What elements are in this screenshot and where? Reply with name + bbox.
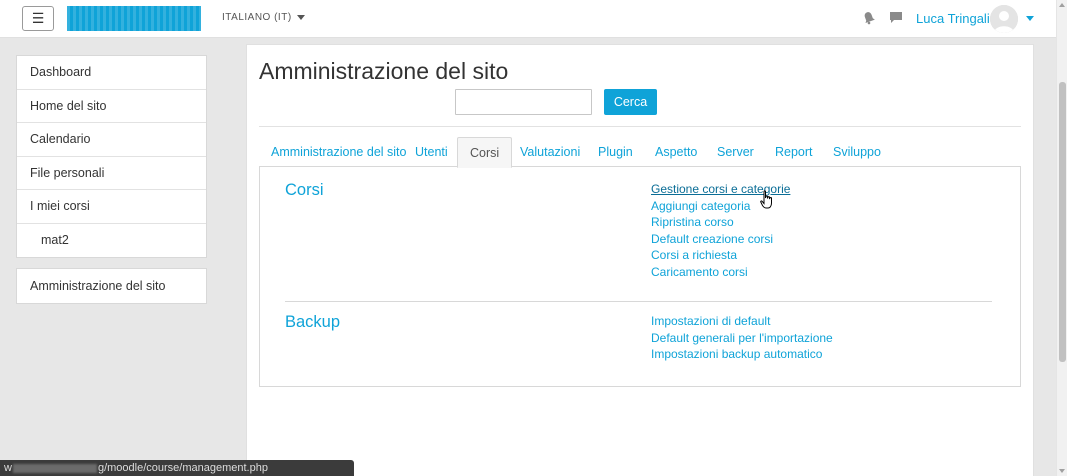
chevron-down-icon	[296, 15, 305, 20]
tab-courses[interactable]: Corsi	[457, 137, 513, 168]
user-name[interactable]: Luca Tringali	[916, 11, 990, 26]
sidebar-item-calendar[interactable]: Calendario	[17, 123, 206, 157]
sidebar-item-site-admin[interactable]: Amministrazione del sito	[17, 269, 206, 303]
redacted-host	[12, 463, 97, 473]
status-url: g/moodle/course/management.php	[97, 462, 268, 474]
tab-appearance[interactable]: Aspetto	[643, 137, 709, 167]
link-restore-course[interactable]: Ripristina corso	[651, 214, 790, 231]
site-logo[interactable]	[67, 6, 201, 31]
tab-server[interactable]: Server	[705, 137, 766, 167]
sidebar-item-home[interactable]: Home del sito	[17, 90, 206, 123]
sidebar-item-private-files[interactable]: File personali	[17, 157, 206, 190]
sidebar-item-course-mat2[interactable]: mat2	[17, 224, 206, 258]
admin-tabs: Amministrazione del sito Utenti Corsi Va…	[259, 137, 1021, 168]
tab-grades[interactable]: Valutazioni	[508, 137, 592, 167]
section-title-backup[interactable]: Backup	[285, 313, 340, 332]
link-course-defaults[interactable]: Default creazione corsi	[651, 231, 790, 248]
link-import-defaults[interactable]: Default generali per l'importazione	[651, 330, 833, 347]
sidebar-item-dashboard[interactable]: Dashboard	[17, 56, 206, 90]
search-input[interactable]	[455, 89, 592, 115]
tab-development[interactable]: Sviluppo	[821, 137, 893, 167]
section-title-courses[interactable]: Corsi	[285, 181, 324, 200]
user-menu-chevron-icon[interactable]	[1026, 16, 1034, 21]
tab-plugins[interactable]: Plugin	[586, 137, 645, 167]
section-divider	[285, 301, 992, 302]
chat-icon[interactable]	[889, 11, 903, 24]
link-default-settings[interactable]: Impostazioni di default	[651, 313, 833, 330]
link-course-requests[interactable]: Corsi a richiesta	[651, 247, 790, 264]
user-avatar-icon	[990, 5, 1018, 33]
link-upload-courses[interactable]: Caricamento corsi	[651, 264, 790, 281]
page-title: Amministrazione del sito	[259, 58, 509, 84]
avatar[interactable]	[990, 5, 1018, 33]
hamburger-icon: ☰	[31, 10, 45, 26]
tab-site-admin[interactable]: Amministrazione del sito	[259, 137, 418, 167]
language-menu[interactable]: ITALIANO (IT)	[222, 12, 305, 23]
language-label: ITALIANO (IT)	[222, 12, 292, 23]
menu-toggle-button[interactable]: ☰	[22, 6, 54, 31]
tab-panel-courses: Corsi Gestione corsi e categorie Aggiung…	[259, 167, 1021, 387]
status-url-prefix: w	[4, 462, 12, 474]
divider	[259, 126, 1021, 127]
hand-pointer-cursor-icon	[760, 190, 772, 209]
link-automated-backup[interactable]: Impostazioni backup automatico	[651, 346, 833, 363]
scrollbar-thumb[interactable]	[1059, 82, 1066, 362]
page-scrollbar[interactable]	[1056, 0, 1067, 476]
tab-users[interactable]: Utenti	[403, 137, 460, 167]
top-navbar: ☰ ITALIANO (IT) Luca Tringali	[0, 0, 1056, 38]
link-status-bar: w g/moodle/course/management.php	[0, 460, 354, 476]
scroll-up-arrow-icon[interactable]	[1059, 3, 1065, 7]
search-button[interactable]: Cerca	[604, 89, 657, 115]
tab-reports[interactable]: Report	[763, 137, 825, 167]
bell-icon[interactable]	[862, 11, 876, 25]
backup-links: Impostazioni di default Default generali…	[651, 313, 833, 363]
sidebar-admin-block: Amministrazione del sito	[16, 268, 207, 304]
sidebar-item-my-courses[interactable]: I miei corsi	[17, 190, 206, 224]
main-content: Amministrazione del sito Cerca Amministr…	[246, 44, 1034, 476]
scroll-down-arrow-icon[interactable]	[1059, 469, 1065, 473]
sidebar-navigation: Dashboard Home del sito Calendario File …	[16, 55, 207, 258]
